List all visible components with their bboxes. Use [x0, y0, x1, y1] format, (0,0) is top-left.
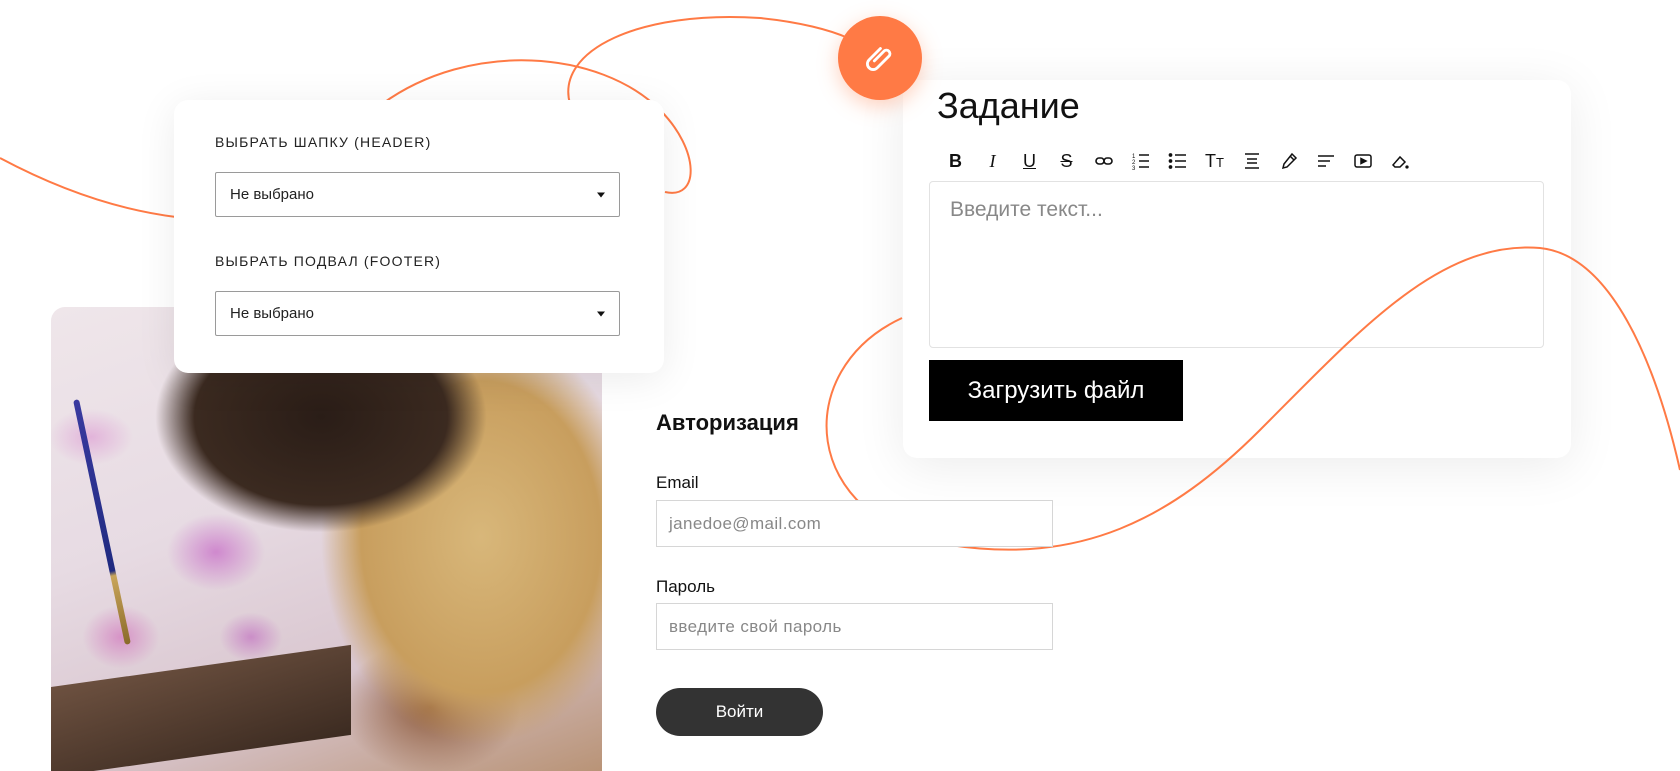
- line-height-button[interactable]: [1233, 148, 1270, 174]
- video-icon: [1353, 154, 1372, 168]
- auth-title: Авторизация: [656, 410, 799, 435]
- align-button[interactable]: [1307, 148, 1344, 174]
- eraser-icon: [1391, 155, 1409, 169]
- footer-select[interactable]: Не выбрано: [215, 291, 620, 336]
- header-select-label: ВЫБРАТЬ ШАПКУ (HEADER): [215, 134, 432, 150]
- strikethrough-button[interactable]: S: [1048, 148, 1085, 174]
- underline-icon: U: [1023, 150, 1036, 171]
- text-size-button[interactable]: TT: [1196, 148, 1233, 174]
- underline-button[interactable]: U: [1011, 148, 1048, 174]
- paintbrush-shape: [73, 399, 131, 645]
- editor-title: Задание: [937, 85, 1080, 126]
- attachment-badge: [838, 16, 922, 100]
- text-size-icon: TT: [1205, 150, 1224, 171]
- email-placeholder: janedoe@mail.com: [669, 513, 822, 533]
- email-label: Email: [656, 473, 699, 492]
- editor-toolbar: B I U S 123 TT: [937, 148, 1418, 174]
- footer-select-label: ВЫБРАТЬ ПОДВАЛ (FOOTER): [215, 253, 442, 269]
- paint-tray-shape: [51, 644, 351, 771]
- bold-button[interactable]: B: [937, 148, 974, 174]
- color-picker-button[interactable]: [1270, 148, 1307, 174]
- bold-icon: B: [949, 150, 962, 171]
- strikethrough-icon: S: [1060, 150, 1073, 171]
- header-select[interactable]: Не выбрано: [215, 172, 620, 217]
- editor-placeholder: Введите текст...: [950, 198, 1103, 221]
- eyedropper-icon: [1281, 152, 1297, 170]
- paperclip-icon: [866, 47, 892, 71]
- email-field[interactable]: janedoe@mail.com: [656, 500, 1053, 547]
- bullet-list-button[interactable]: [1159, 148, 1196, 174]
- svg-text:3: 3: [1132, 166, 1136, 171]
- template-select-card: ВЫБРАТЬ ШАПКУ (HEADER) Не выбрано ВЫБРАТ…: [174, 100, 664, 373]
- ordered-list-icon: 123: [1132, 154, 1149, 171]
- caret-down-icon: [597, 311, 605, 316]
- italic-icon: I: [989, 150, 996, 171]
- password-placeholder: введите свой пароль: [669, 616, 842, 636]
- ordered-list-button[interactable]: 123: [1122, 148, 1159, 174]
- bullet-list-icon: [1168, 153, 1186, 169]
- clear-format-button[interactable]: [1381, 148, 1418, 174]
- line-height-icon: [1244, 153, 1259, 169]
- caret-down-icon: [597, 192, 605, 197]
- login-button[interactable]: Войти: [656, 688, 823, 736]
- password-field[interactable]: введите свой пароль: [656, 603, 1053, 650]
- header-select-value: Не выбрано: [230, 186, 314, 203]
- password-label: Пароль: [656, 577, 715, 596]
- footer-select-value: Не выбрано: [230, 305, 314, 322]
- task-editor-card: Задание B I U S 123 TT Введите текст... …: [903, 80, 1571, 458]
- link-button[interactable]: [1085, 148, 1122, 174]
- link-icon: [1094, 157, 1113, 165]
- video-button[interactable]: [1344, 148, 1381, 174]
- upload-file-button[interactable]: Загрузить файл: [929, 360, 1183, 421]
- painting-photo: [51, 307, 602, 771]
- italic-button[interactable]: I: [974, 148, 1011, 174]
- align-left-icon: [1317, 155, 1334, 167]
- task-text-editor[interactable]: Введите текст...: [929, 181, 1544, 348]
